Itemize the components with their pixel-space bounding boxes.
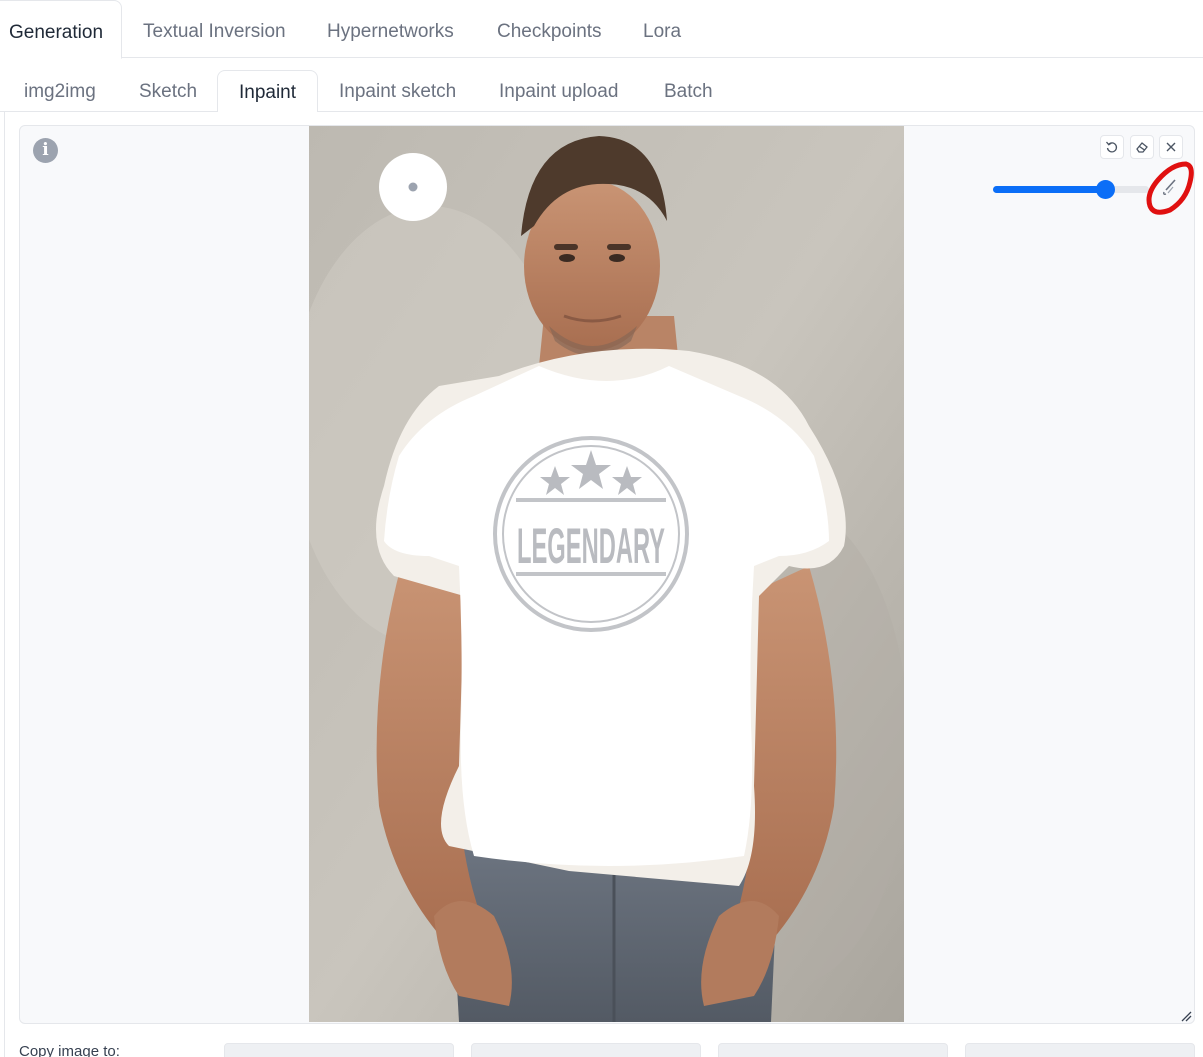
- tab-lora[interactable]: Lora: [643, 0, 681, 58]
- close-image-button[interactable]: [1159, 135, 1183, 159]
- tab-inpaint-sketch[interactable]: Inpaint sketch: [339, 70, 456, 112]
- copy-image-to-label: Copy image to:: [19, 1043, 120, 1057]
- brush-size-slider[interactable]: [993, 180, 1149, 199]
- brush-color-icon: [1163, 179, 1176, 195]
- tab-img2img[interactable]: img2img: [24, 70, 96, 112]
- undo-icon: [1105, 141, 1118, 153]
- eraser-icon: [1136, 142, 1148, 153]
- copy-to-inpaint-sketch-button[interactable]: [965, 1043, 1195, 1057]
- slider-fill: [993, 186, 1106, 193]
- resize-handle[interactable]: [1178, 1008, 1192, 1022]
- copy-to-sketch-button[interactable]: [471, 1043, 701, 1057]
- inpaint-canvas-image[interactable]: LEGENDARY: [309, 126, 904, 1022]
- tab-inpaint-upload[interactable]: Inpaint upload: [499, 70, 618, 112]
- clear-mask-button[interactable]: [1130, 135, 1154, 159]
- tab-inpaint[interactable]: Inpaint: [217, 70, 318, 113]
- copy-to-img2img-button[interactable]: [224, 1043, 454, 1057]
- copy-to-inpaint-button[interactable]: [718, 1043, 948, 1057]
- brush-color-button[interactable]: [1146, 160, 1194, 216]
- main-tab-bar: Generation Textual Inversion Hypernetwor…: [0, 0, 1203, 59]
- shirt-logo-text: LEGENDARY: [517, 518, 665, 574]
- tab-checkpoints[interactable]: Checkpoints: [497, 0, 602, 58]
- img2img-mode-tab-bar: img2img Sketch Inpaint Inpaint sketch In…: [0, 70, 1203, 113]
- info-icon[interactable]: i: [33, 138, 58, 163]
- undo-button[interactable]: [1100, 135, 1124, 159]
- highlight-annotation: [1146, 161, 1194, 215]
- close-icon: [1166, 142, 1176, 152]
- tab-sketch[interactable]: Sketch: [139, 70, 197, 112]
- tab-hypernetworks[interactable]: Hypernetworks: [327, 0, 454, 58]
- slider-thumb[interactable]: [1095, 180, 1115, 199]
- tab-batch[interactable]: Batch: [664, 70, 713, 112]
- tab-generation[interactable]: Generation: [0, 0, 122, 59]
- tab-textual-inversion[interactable]: Textual Inversion: [143, 0, 286, 58]
